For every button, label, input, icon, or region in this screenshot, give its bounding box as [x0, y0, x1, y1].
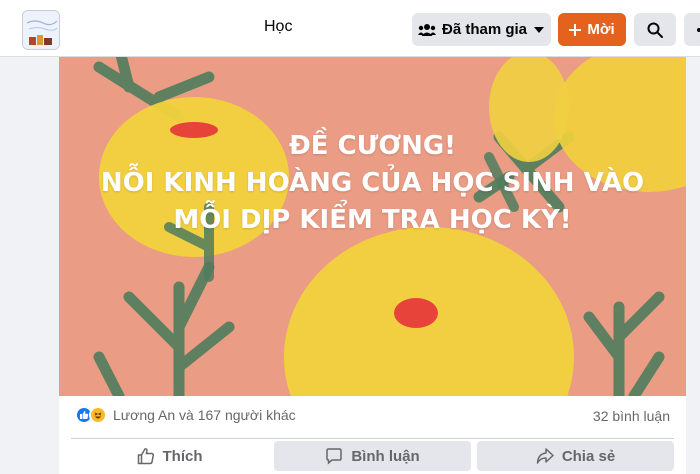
like-button[interactable]: Thích [71, 441, 268, 471]
haha-reaction-icon [89, 406, 107, 424]
joined-button-label: Đã tham gia [441, 21, 528, 38]
group-header-bar: Học Đã tham gia Mời [0, 0, 700, 57]
post-footer: Lương An và 167 người khác 32 bình luận … [59, 396, 686, 474]
invite-button-label: Mời [587, 21, 615, 38]
comment-label: Bình luận [351, 447, 420, 465]
comment-button[interactable]: Bình luận [274, 441, 471, 471]
plus-icon [569, 23, 582, 36]
search-icon [647, 22, 663, 38]
group-title[interactable]: Học [264, 18, 292, 36]
group-thumbnail[interactable] [22, 10, 60, 50]
post-cover-image[interactable]: ĐỀ CƯƠNG! NỖI KINH HOÀNG CỦA HỌC SINH VÀ… [59, 57, 686, 396]
people-icon [417, 23, 436, 36]
share-label: Chia sẻ [561, 447, 616, 465]
group-thumbnail-image [23, 11, 59, 49]
like-label: Thích [162, 447, 203, 465]
share-button[interactable]: Chia sẻ [477, 441, 674, 471]
cover-line-1: ĐỀ CƯƠNG! [288, 131, 457, 161]
comment-icon [326, 448, 343, 465]
right-gutter [686, 57, 700, 474]
divider [71, 438, 674, 439]
post-actions: Thích Bình luận Chia sẻ [71, 441, 674, 471]
caret-down-icon [534, 26, 545, 33]
cover-line-3: MỖI DỊP KIỂM TRA HỌC KỲ! [173, 205, 572, 235]
thumbs-up-icon [137, 448, 154, 465]
comments-count[interactable]: 32 bình luận [593, 408, 670, 424]
more-button[interactable] [684, 13, 700, 46]
cover-line-2: NỖI KINH HOÀNG CỦA HỌC SINH VÀO [100, 168, 645, 198]
search-button[interactable] [634, 13, 676, 46]
share-icon [536, 448, 554, 464]
cover-headline: ĐỀ CƯƠNG! NỖI KINH HOÀNG CỦA HỌC SINH VÀ… [59, 128, 686, 239]
reactions-text: Lương An và 167 người khác [113, 407, 296, 423]
left-gutter [0, 57, 59, 474]
joined-button[interactable]: Đã tham gia [412, 13, 551, 46]
invite-button[interactable]: Mời [558, 13, 626, 46]
reactions-summary[interactable]: Lương An và 167 người khác [75, 406, 296, 424]
